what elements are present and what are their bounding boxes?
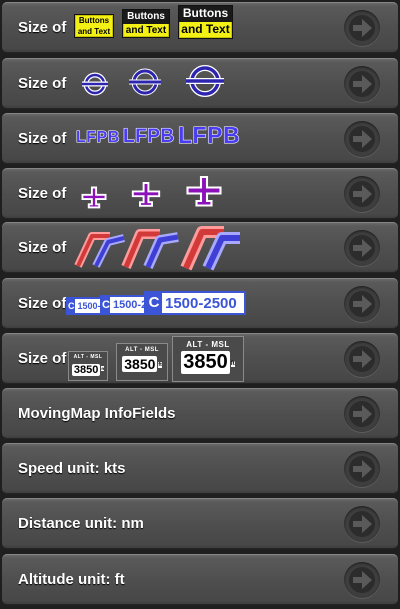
button-sample-small: Buttons and Text <box>74 14 114 39</box>
row-label: Speed unit: kts <box>18 460 126 477</box>
airport-code-samples: LFPB LFPB LFPB <box>2 113 332 164</box>
size-aircraft-row[interactable]: Size of <box>2 168 398 219</box>
distance-unit-row[interactable]: Distance unit: nm <box>2 498 398 549</box>
arrow-right-circle-icon[interactable] <box>344 66 380 102</box>
arrow-right-circle-icon[interactable] <box>344 121 380 157</box>
airport-code-small: LFPB <box>76 129 120 147</box>
navaid-icon <box>82 72 108 96</box>
arrow-right-circle-icon[interactable] <box>344 341 380 377</box>
arrow-right-circle-icon[interactable] <box>344 562 380 598</box>
arrow-right-circle-icon[interactable] <box>344 286 380 322</box>
size-buttons-text-row[interactable]: Size of Buttons and Text Buttons and Tex… <box>2 2 398 53</box>
size-navaid-row[interactable]: Size of <box>2 58 398 109</box>
altitude-field-medium: ALT - MSL 3850 ft <box>116 343 168 381</box>
navaid-icon <box>129 68 161 96</box>
button-sample-large: Buttons and Text <box>178 5 233 39</box>
size-frequency-tag-row[interactable]: Size of C 1500-2500 C 1500-2500 C 1500-2… <box>2 278 398 329</box>
size-airport-code-row[interactable]: Size of LFPB LFPB LFPB <box>2 113 398 164</box>
airport-code-large: LFPB <box>177 122 241 149</box>
aircraft-icon-samples <box>81 175 222 209</box>
altitude-field-samples: ALT - MSL 3850 ft ALT - MSL 3850 ft ALT - … <box>2 333 332 384</box>
route-line-icon <box>74 232 125 268</box>
frequency-tag-samples: C 1500-2500 C 1500-2500 C 1500-2500 <box>2 278 332 329</box>
altitude-field-small: ALT - MSL 3850 ft <box>68 351 108 381</box>
arrow-right-circle-icon[interactable] <box>344 506 380 542</box>
buttons-text-samples: Buttons and Text Buttons and Text Button… <box>2 2 332 53</box>
settings-list: Size of Buttons and Text Buttons and Tex… <box>0 0 400 609</box>
movingmap-infofields-row[interactable]: MovingMap InfoFields <box>2 388 398 439</box>
row-label: MovingMap InfoFields <box>18 405 176 422</box>
aircraft-icon <box>81 186 107 209</box>
row-label: Altitude unit: ft <box>18 571 125 588</box>
altitude-field-large: ALT - MSL 3850 ft <box>172 336 244 382</box>
button-sample-medium: Buttons and Text <box>122 9 170 38</box>
size-altitude-field-row[interactable]: Size of ALT - MSL 3850 ft ALT - MSL 3850 f… <box>2 333 398 384</box>
altitude-unit-row[interactable]: Altitude unit: ft <box>2 554 398 605</box>
arrow-right-circle-icon[interactable] <box>344 176 380 212</box>
arrow-right-circle-icon[interactable] <box>344 396 380 432</box>
frequency-tag-small: C 1500-2500 <box>66 297 104 315</box>
frequency-tag-large: C 1500-2500 <box>144 291 246 315</box>
navaid-icon <box>186 65 224 97</box>
aircraft-icon <box>186 175 222 207</box>
route-line-samples <box>74 226 240 271</box>
airport-code-medium: LFPB <box>123 126 175 148</box>
arrow-right-circle-icon[interactable] <box>344 230 380 266</box>
frequency-tag-medium: C 1500-2500 <box>100 295 148 315</box>
navaid-icon-samples <box>82 65 224 97</box>
aircraft-icon <box>131 182 161 207</box>
row-label: Distance unit: nm <box>18 515 144 532</box>
arrow-right-circle-icon[interactable] <box>344 451 380 487</box>
size-route-line-row[interactable]: Size of <box>2 222 398 273</box>
arrow-right-circle-icon[interactable] <box>344 10 380 46</box>
route-line-icon <box>121 229 179 270</box>
speed-unit-row[interactable]: Speed unit: kts <box>2 443 398 494</box>
route-line-icon <box>180 226 240 271</box>
